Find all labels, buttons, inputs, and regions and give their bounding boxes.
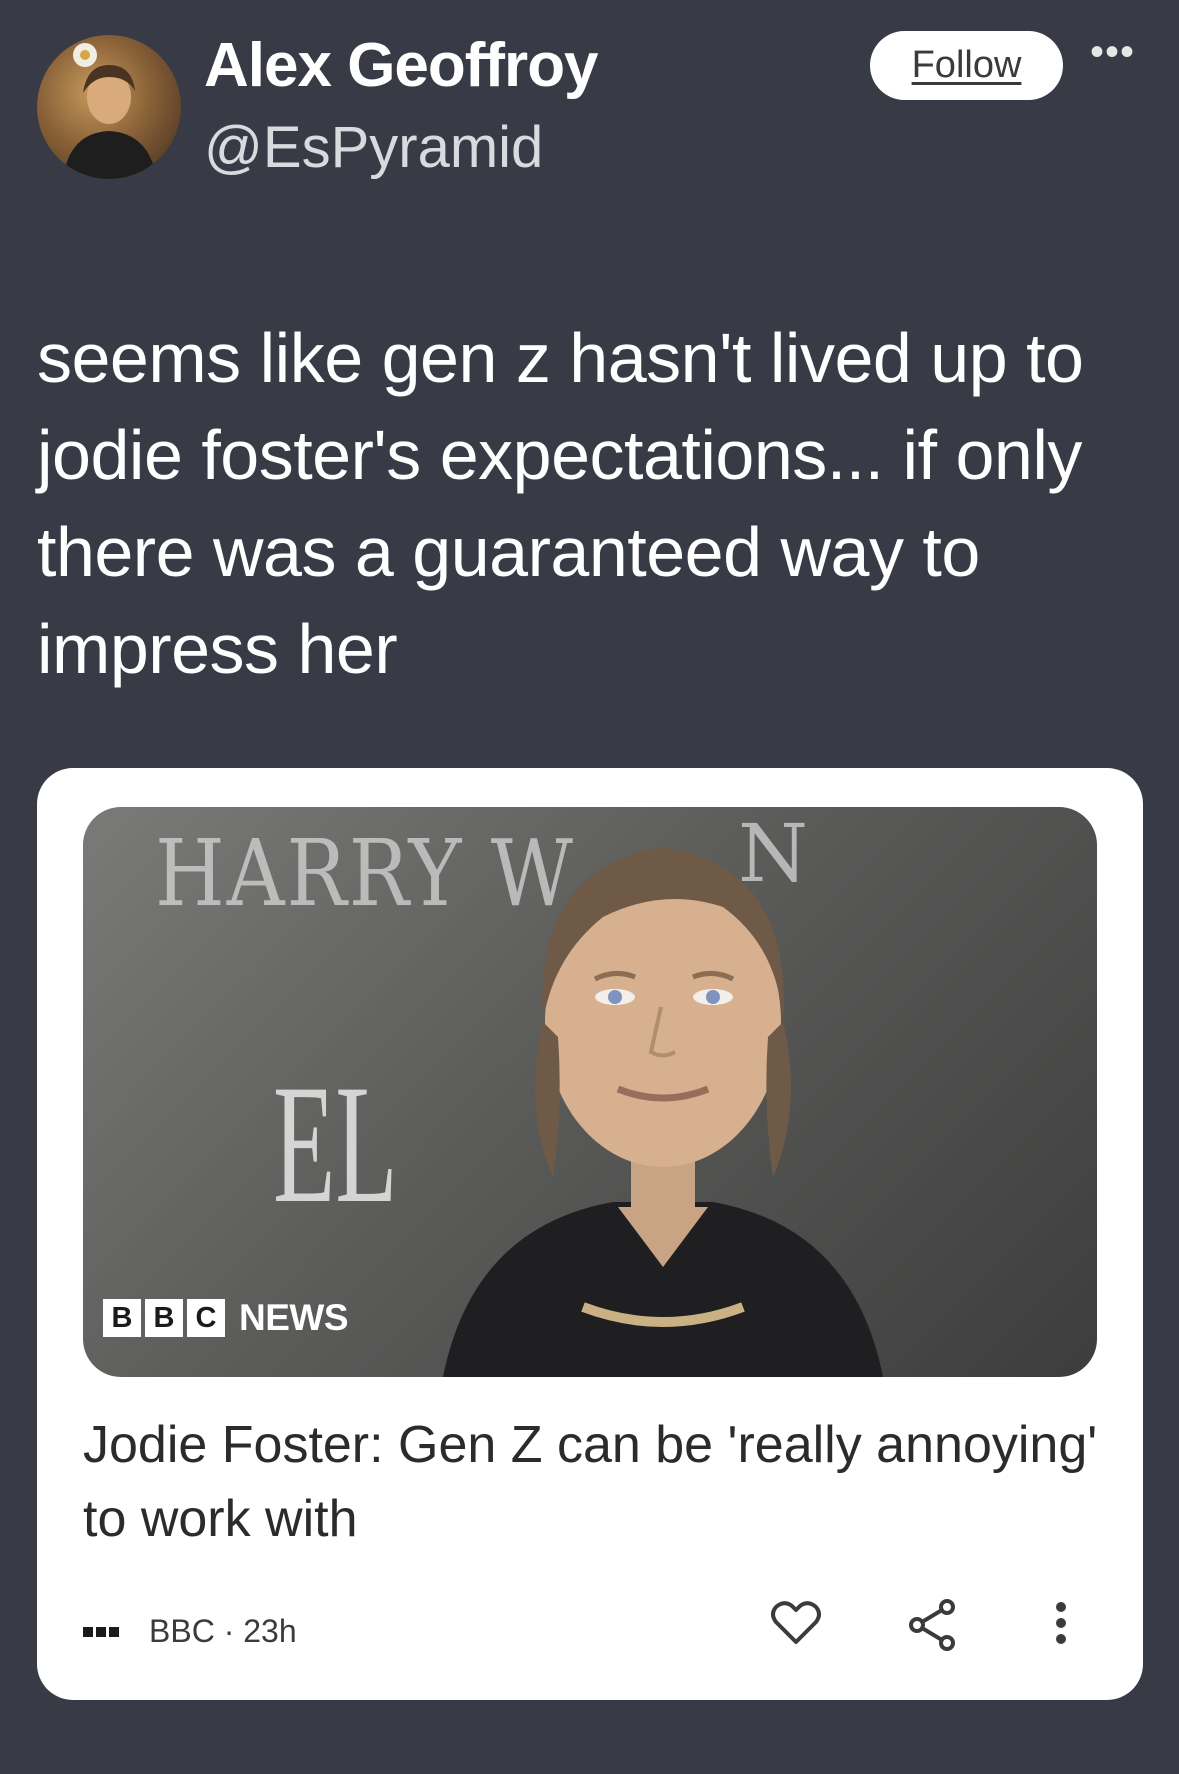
user-handle[interactable]: @EsPyramid	[204, 114, 543, 181]
heart-icon[interactable]	[770, 1600, 822, 1646]
source-icon	[83, 1626, 119, 1637]
share-icon[interactable]	[907, 1598, 957, 1652]
news-card[interactable]: HARRY W N EL B B C NEWS Jodie Foster: Ge…	[37, 768, 1143, 1700]
backdrop-text-large: EL	[273, 1050, 398, 1238]
person-photo	[443, 847, 883, 1377]
news-headline[interactable]: Jodie Foster: Gen Z can be 'really annoy…	[83, 1408, 1103, 1556]
bbc-news-logo: B B C NEWS	[103, 1297, 349, 1339]
more-vertical-icon[interactable]	[1054, 1600, 1068, 1646]
avatar[interactable]	[37, 35, 181, 179]
news-source-row: BBC · 23h	[83, 1613, 297, 1650]
news-image[interactable]: HARRY W N EL B B C NEWS	[83, 807, 1097, 1377]
follow-button[interactable]: Follow	[870, 31, 1063, 100]
more-options-icon[interactable]: •••	[1090, 30, 1135, 75]
avatar-photo	[63, 43, 157, 179]
logo-word: NEWS	[239, 1297, 349, 1338]
logo-letter: B	[103, 1299, 141, 1337]
logo-letter: B	[145, 1299, 183, 1337]
display-name[interactable]: Alex Geoffroy	[204, 30, 599, 101]
tweet-text: seems like gen z hasn't lived up to jodi…	[37, 319, 1084, 688]
news-source: BBC · 23h	[149, 1613, 297, 1649]
logo-letter: C	[187, 1299, 225, 1337]
